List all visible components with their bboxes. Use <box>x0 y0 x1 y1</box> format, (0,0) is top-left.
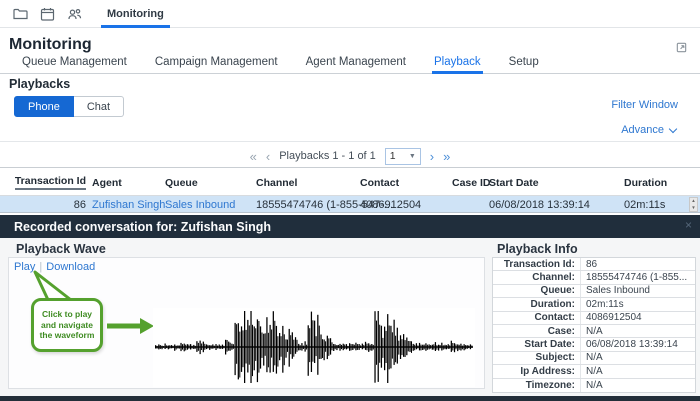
column-header-duration[interactable]: Duration <box>624 168 667 197</box>
prev-page-icon[interactable]: ‹ <box>266 150 270 163</box>
tab-queue-management[interactable]: Queue Management <box>20 56 129 73</box>
queue-link[interactable]: Sales Inbound <box>165 196 235 213</box>
last-page-icon[interactable]: » <box>443 150 450 163</box>
tab-setup[interactable]: Setup <box>507 56 541 73</box>
page-select[interactable]: 1 ▼ <box>385 148 421 165</box>
info-row-transaction-id: Transaction Id:86 <box>493 258 695 271</box>
agent-link[interactable]: Zufishan Singh <box>92 196 165 213</box>
chevron-down-icon <box>669 124 677 132</box>
toolbar-tab-label: Monitoring <box>107 8 164 20</box>
playback-row[interactable]: 86 Zufishan Singh Sales Inbound 18555474… <box>0 196 700 213</box>
column-header-contact[interactable]: Contact <box>360 168 399 197</box>
waveform-svg <box>153 308 475 387</box>
play-link[interactable]: Play <box>14 261 35 273</box>
info-row-ip-address: Ip Address:N/A <box>493 365 695 378</box>
page-select-value: 1 <box>390 150 396 162</box>
playback-info-table: Transaction Id:86 Channel:18555474746 (1… <box>492 257 696 393</box>
phone-toggle-button[interactable]: Phone <box>14 96 74 117</box>
pagination-label: Playbacks 1 - 1 of 1 <box>279 150 376 162</box>
cell-duration: 02m:11s <box>624 196 665 213</box>
info-row-subject: Subject:N/A <box>493 352 695 365</box>
window-bottom-edge <box>0 396 700 401</box>
tab-agent-management[interactable]: Agent Management <box>304 56 408 73</box>
column-header-transaction-id[interactable]: Transaction Id <box>14 168 86 197</box>
playback-info-title: Playback Info <box>497 242 578 256</box>
pagination-bar: « ‹ Playbacks 1 - 1 of 1 1 ▼ › » <box>0 146 700 166</box>
popout-icon[interactable] <box>674 41 688 55</box>
agents-icon[interactable] <box>64 3 88 25</box>
column-header-start-date[interactable]: Start Date <box>489 168 539 197</box>
tab-playback[interactable]: Playback <box>432 56 483 74</box>
tab-campaign-management[interactable]: Campaign Management <box>153 56 280 73</box>
module-tab-bar: Queue Management Campaign Management Age… <box>0 56 700 74</box>
next-page-icon[interactable]: › <box>430 150 434 163</box>
chat-toggle-button[interactable]: Chat <box>74 96 124 117</box>
conversation-title: Recorded conversation for: Zufishan Sing… <box>14 220 271 234</box>
waveform-box[interactable] <box>153 308 475 387</box>
arrow-icon <box>140 318 154 334</box>
playback-wave-panel: Play | Download Click to play and navigate… <box>8 257 485 389</box>
active-tab-underline <box>101 25 170 28</box>
info-row-start-date: Start Date:06/08/2018 13:39:14 <box>493 338 695 351</box>
link-separator: | <box>39 261 42 273</box>
app-window: Monitoring Monitoring Queue Management C… <box>0 0 700 401</box>
column-header-queue[interactable]: Queue <box>165 168 198 197</box>
page-title: Monitoring <box>9 36 92 54</box>
section-divider <box>0 141 700 142</box>
info-row-channel: Channel:18555474746 (1-855... <box>493 271 695 284</box>
channel-toggle: Phone Chat <box>14 96 124 117</box>
conversation-header-bar: Recorded conversation for: Zufishan Sing… <box>0 215 700 238</box>
select-caret-icon: ▼ <box>409 153 416 160</box>
column-header-case-id[interactable]: Case ID <box>452 168 491 197</box>
cell-transaction-id: 86 <box>14 196 86 213</box>
folder-icon[interactable] <box>10 3 34 25</box>
close-icon[interactable]: × <box>685 218 692 232</box>
info-row-contact: Contact:4086912504 <box>493 312 695 325</box>
info-row-timezone: Timezone:N/A <box>493 379 695 392</box>
toolbar-tab-monitoring[interactable]: Monitoring <box>97 0 174 28</box>
download-link[interactable]: Download <box>46 261 95 273</box>
column-header-channel[interactable]: Channel <box>256 168 297 197</box>
info-row-queue: Queue:Sales Inbound <box>493 285 695 298</box>
filter-window-link[interactable]: Filter Window <box>611 99 678 111</box>
playback-wave-title: Playback Wave <box>16 242 106 256</box>
advance-dropdown[interactable]: Advance <box>621 124 676 136</box>
advance-label: Advance <box>621 124 664 136</box>
info-row-case: Case:N/A <box>493 325 695 338</box>
playback-controls: Play | Download <box>14 261 95 273</box>
first-page-icon[interactable]: « <box>250 150 257 163</box>
calendar-icon[interactable] <box>37 3 61 25</box>
row-scrollbar[interactable]: ▲▼ <box>689 197 698 212</box>
top-toolbar: Monitoring <box>0 0 700 28</box>
cell-contact: 4086912504 <box>360 196 421 213</box>
column-header-agent[interactable]: Agent <box>92 168 122 197</box>
info-row-duration: Duration:02m:11s <box>493 298 695 311</box>
waveform-callout: Click to play and navigate the waveform <box>31 298 103 352</box>
cell-start-date: 06/08/2018 13:39:14 <box>489 196 590 213</box>
playbacks-section-title: Playbacks <box>9 77 70 91</box>
results-table-header: Transaction Id Agent Queue Channel Conta… <box>0 167 700 196</box>
